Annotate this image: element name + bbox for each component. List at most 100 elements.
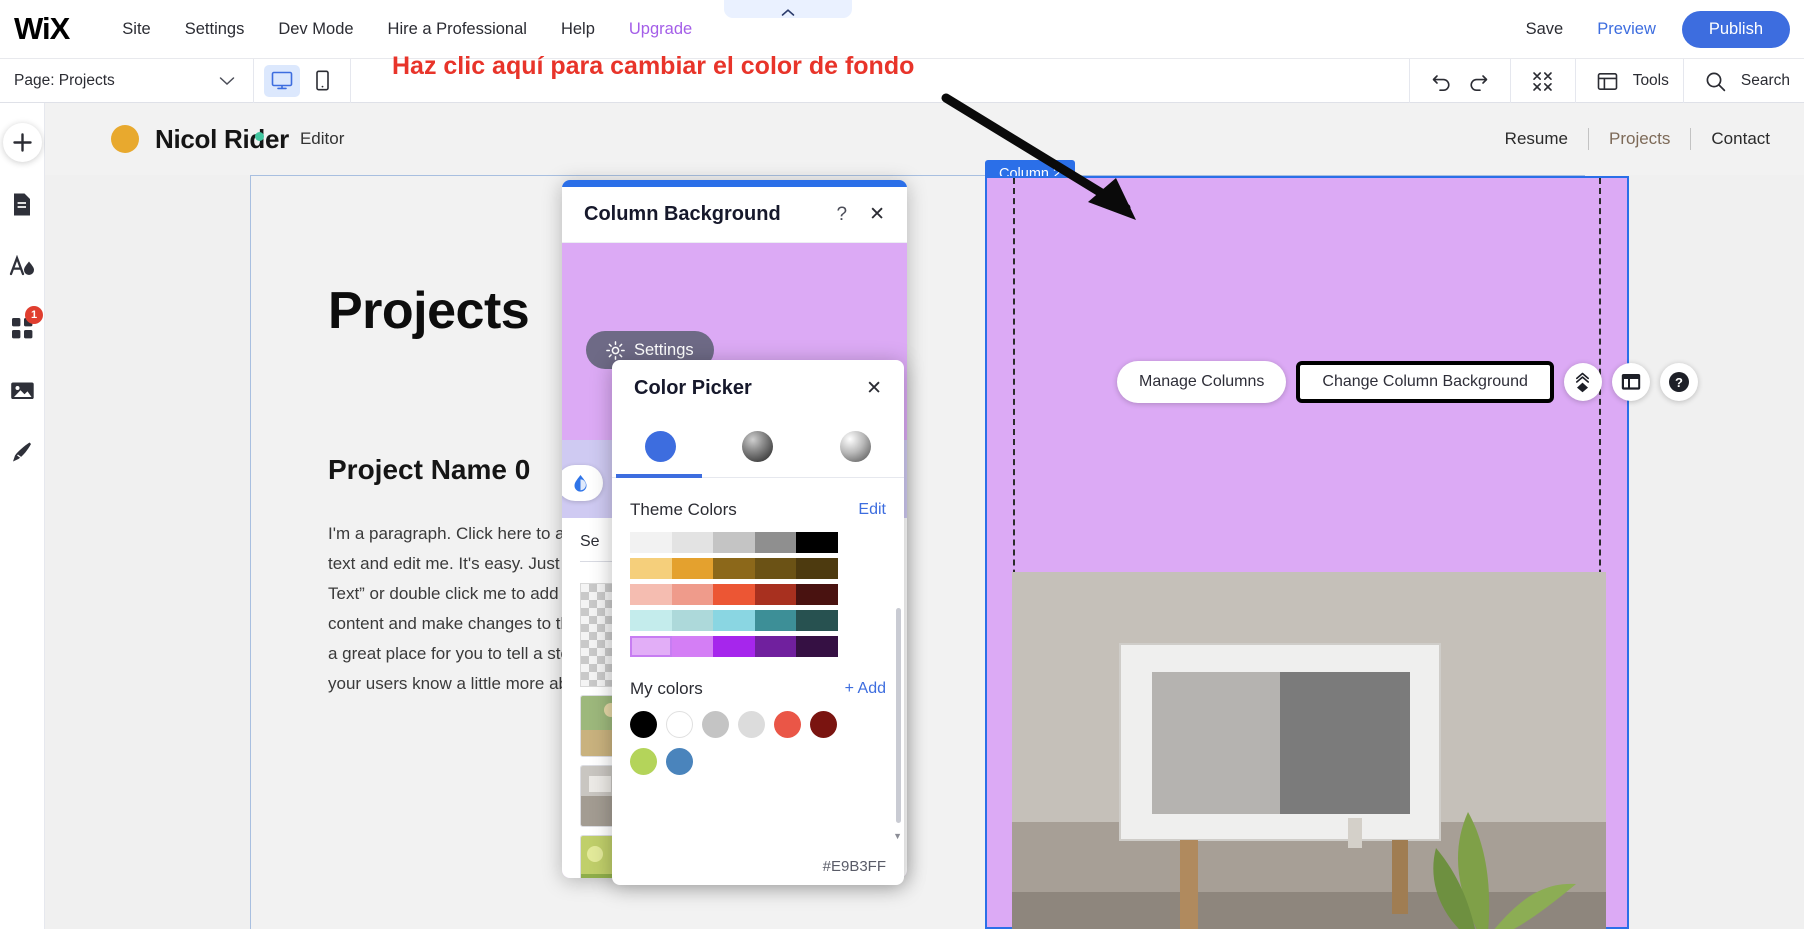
gradient-tab[interactable]: [718, 431, 798, 462]
tools-group[interactable]: Tools: [1575, 59, 1683, 103]
my-color-swatch[interactable]: [666, 711, 693, 738]
svg-text:?: ?: [1675, 375, 1683, 390]
theme-color-swatch[interactable]: [713, 584, 755, 605]
sidebar-item-theme[interactable]: [2, 246, 42, 286]
site-nav-contact[interactable]: Contact: [1691, 129, 1790, 149]
theme-color-swatch[interactable]: [630, 558, 672, 579]
sidebar-item-apps[interactable]: 1: [2, 308, 42, 348]
redo-button[interactable]: [1460, 65, 1496, 97]
zoom-out-icon: [1532, 71, 1553, 92]
theme-color-swatch[interactable]: [755, 558, 797, 579]
page-title: Projects: [328, 281, 529, 341]
sidebar-item-blog[interactable]: [2, 432, 42, 472]
theme-color-swatch[interactable]: [630, 532, 672, 553]
theme-color-swatch[interactable]: [796, 558, 838, 579]
top-nav: Site Settings Dev Mode Hire a Profession…: [105, 20, 709, 39]
site-nav-resume[interactable]: Resume: [1485, 129, 1588, 149]
theme-color-swatch[interactable]: [713, 558, 755, 579]
theme-color-swatch[interactable]: [713, 610, 755, 631]
selected-column[interactable]: [985, 176, 1629, 929]
my-color-swatch[interactable]: [810, 711, 837, 738]
column-animation-button[interactable]: [1564, 363, 1602, 401]
sidebar-item-media[interactable]: [2, 370, 42, 410]
page-icon: [11, 192, 33, 217]
change-column-background-button[interactable]: Change Column Background: [1296, 361, 1553, 403]
site-nav-projects[interactable]: Projects: [1589, 129, 1690, 149]
minimize-toolbar-tab[interactable]: [724, 0, 852, 18]
wix-logo[interactable]: WiX: [14, 11, 69, 47]
theme-color-swatch[interactable]: [755, 584, 797, 605]
theme-color-swatch[interactable]: [713, 636, 755, 657]
solid-swatch-icon: [645, 431, 676, 462]
theme-color-swatch[interactable]: [630, 610, 672, 631]
solid-color-tab[interactable]: [621, 431, 701, 462]
theme-color-swatch[interactable]: [755, 532, 797, 553]
my-color-swatch[interactable]: [738, 711, 765, 738]
save-button[interactable]: Save: [1526, 20, 1564, 39]
theme-color-row: [630, 636, 886, 657]
color-picker-title: Color Picker: [634, 377, 752, 400]
color-picker-scrollbar[interactable]: [896, 608, 901, 823]
theme-color-swatch[interactable]: [672, 532, 714, 553]
brand-logo-icon: [111, 125, 139, 153]
sidebar-item-add[interactable]: [3, 123, 42, 162]
my-color-swatch[interactable]: [666, 748, 693, 775]
sidebar-item-pages[interactable]: [2, 184, 42, 224]
my-color-swatch[interactable]: [630, 748, 657, 775]
question-icon[interactable]: ?: [837, 204, 848, 226]
brand-subtitle: Editor: [300, 129, 344, 149]
scroll-caret-icon: ▼: [893, 831, 902, 841]
theme-color-swatch[interactable]: [672, 610, 714, 631]
top-bar-actions: Save Preview Publish: [1526, 0, 1804, 59]
undo-button[interactable]: [1424, 65, 1460, 97]
my-color-swatch[interactable]: [774, 711, 801, 738]
search-group[interactable]: Search: [1683, 59, 1804, 103]
top-nav-upgrade[interactable]: Upgrade: [612, 20, 709, 39]
top-nav-hire-a-professional[interactable]: Hire a Professional: [371, 20, 544, 39]
search-button[interactable]: [1698, 65, 1734, 97]
edit-theme-colors-link[interactable]: Edit: [858, 501, 886, 519]
top-nav-site[interactable]: Site: [105, 20, 167, 39]
tools-button[interactable]: [1590, 65, 1626, 97]
theme-color-swatch[interactable]: [672, 558, 714, 579]
my-color-swatch[interactable]: [702, 711, 729, 738]
preview-button[interactable]: Preview: [1597, 20, 1656, 39]
theme-color-swatch[interactable]: [796, 610, 838, 631]
theme-color-swatch[interactable]: [755, 636, 797, 657]
annotation-arrow-icon: [940, 92, 1170, 232]
column-help-button[interactable]: ?: [1660, 363, 1698, 401]
background-color-button[interactable]: [562, 465, 603, 501]
desktop-view-button[interactable]: [264, 65, 300, 97]
top-nav-settings[interactable]: Settings: [168, 20, 262, 39]
page-selector[interactable]: Page: Projects: [0, 59, 254, 103]
color-picker-tabs: [612, 416, 904, 478]
close-icon[interactable]: ✕: [869, 203, 885, 226]
theme-color-swatch[interactable]: [755, 610, 797, 631]
color-picker-body: Theme Colors Edit My colors + Add #E9B3F…: [612, 478, 904, 885]
chevron-down-icon: [219, 76, 235, 86]
image-icon: [10, 380, 35, 401]
theme-color-swatch[interactable]: [796, 532, 838, 553]
my-color-swatch[interactable]: [630, 711, 657, 738]
close-icon[interactable]: ✕: [866, 377, 882, 400]
editor-canvas: Nicol Rider Editor Resume Projects Conta…: [45, 103, 1804, 929]
theme-color-swatch[interactable]: [630, 584, 672, 605]
theme-color-swatch[interactable]: [630, 636, 672, 657]
theme-color-swatch[interactable]: [713, 532, 755, 553]
search-label: Search: [1741, 72, 1790, 90]
zoom-out-button[interactable]: [1525, 65, 1561, 97]
theme-color-swatch[interactable]: [796, 584, 838, 605]
add-color-link[interactable]: + Add: [845, 680, 886, 698]
view-mode-group: [254, 59, 351, 103]
theme-color-swatch[interactable]: [796, 636, 838, 657]
gradient2-tab[interactable]: [815, 431, 895, 462]
column-layout-button[interactable]: [1612, 363, 1650, 401]
top-nav-help[interactable]: Help: [544, 20, 612, 39]
theme-color-swatch[interactable]: [672, 584, 714, 605]
publish-button[interactable]: Publish: [1682, 11, 1790, 48]
theme-color-swatch[interactable]: [672, 636, 714, 657]
mobile-view-button[interactable]: [304, 65, 340, 97]
manage-columns-button[interactable]: Manage Columns: [1117, 361, 1286, 403]
top-nav-dev-mode[interactable]: Dev Mode: [261, 20, 370, 39]
column-photo[interactable]: [1012, 572, 1606, 929]
